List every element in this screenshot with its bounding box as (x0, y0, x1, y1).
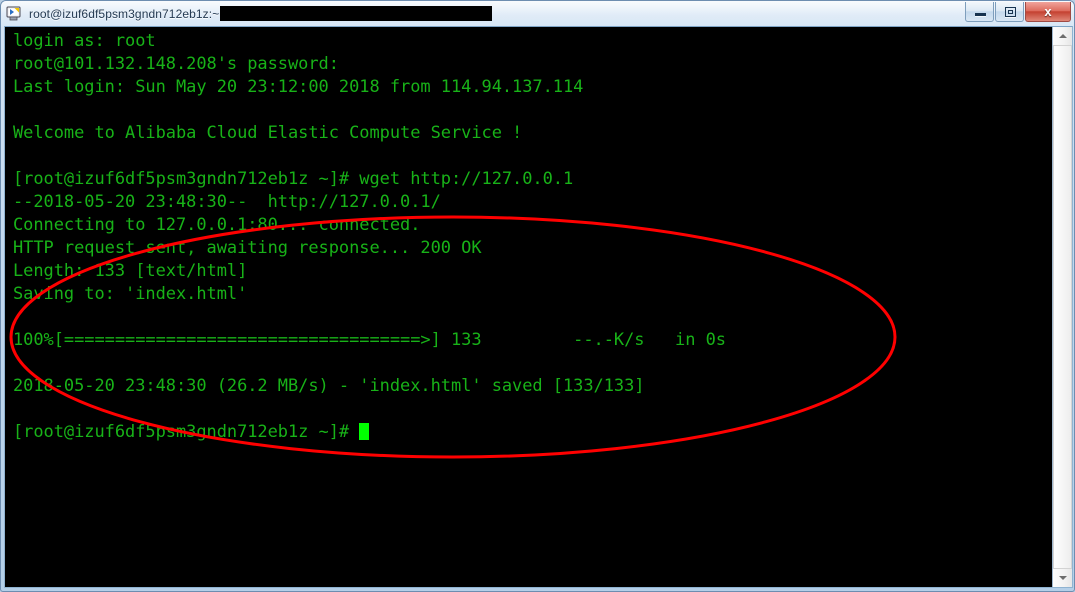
terminal-screen[interactable]: login as: root root@101.132.148.208's pa… (5, 27, 1053, 587)
terminal-line: --2018-05-20 23:48:30-- http://127.0.0.1… (13, 192, 441, 212)
terminal-line: Connecting to 127.0.0.1:80... connected. (13, 215, 421, 235)
terminal-text-buffer: login as: root root@101.132.148.208's pa… (13, 30, 1043, 444)
scrollbar-track[interactable] (1053, 45, 1072, 569)
putty-window: root@izuf6df5psm3gndn712eb1z:~ x login a… (0, 0, 1075, 592)
terminal-progress-line: 100%[===================================… (13, 330, 726, 350)
terminal-saved-line: 2018-05-20 23:48:30 (26.2 MB/s) - 'index… (13, 376, 645, 396)
scroll-up-button[interactable] (1053, 27, 1072, 45)
terminal-line: HTTP request sent, awaiting response... … (13, 238, 482, 258)
terminal-line: Length: 133 [text/html] (13, 261, 248, 281)
title-bar[interactable]: root@izuf6df5psm3gndn712eb1z:~ (1, 1, 1074, 26)
shell-prompt: [root@izuf6df5psm3gndn712eb1z ~]# (13, 422, 360, 442)
terminal-line: Last login: Sun May 20 23:12:00 2018 fro… (13, 77, 584, 97)
scrollbar-thumb[interactable] (1053, 45, 1072, 569)
terminal-line: Saving to: 'index.html' (13, 284, 248, 304)
vertical-scrollbar[interactable] (1052, 27, 1072, 587)
terminal-prompt-line: [root@izuf6df5psm3gndn712eb1z ~]# (13, 421, 1043, 444)
scroll-up-arrow-icon (1058, 34, 1067, 38)
scroll-down-arrow-icon (1058, 576, 1067, 580)
putty-terminal-icon (6, 5, 23, 22)
window-title: root@izuf6df5psm3gndn712eb1z:~ (29, 6, 220, 21)
title-redaction-bar (220, 6, 493, 21)
terminal-line: login as: root (13, 31, 156, 51)
scroll-down-button[interactable] (1053, 569, 1072, 587)
terminal-line: Welcome to Alibaba Cloud Elastic Compute… (13, 123, 523, 143)
terminal-line: [root@izuf6df5psm3gndn712eb1z ~]# wget h… (13, 169, 574, 189)
text-cursor (359, 423, 370, 440)
terminal-line: root@101.132.148.208's password: (13, 54, 339, 74)
terminal-client-area: login as: root root@101.132.148.208's pa… (4, 26, 1073, 588)
